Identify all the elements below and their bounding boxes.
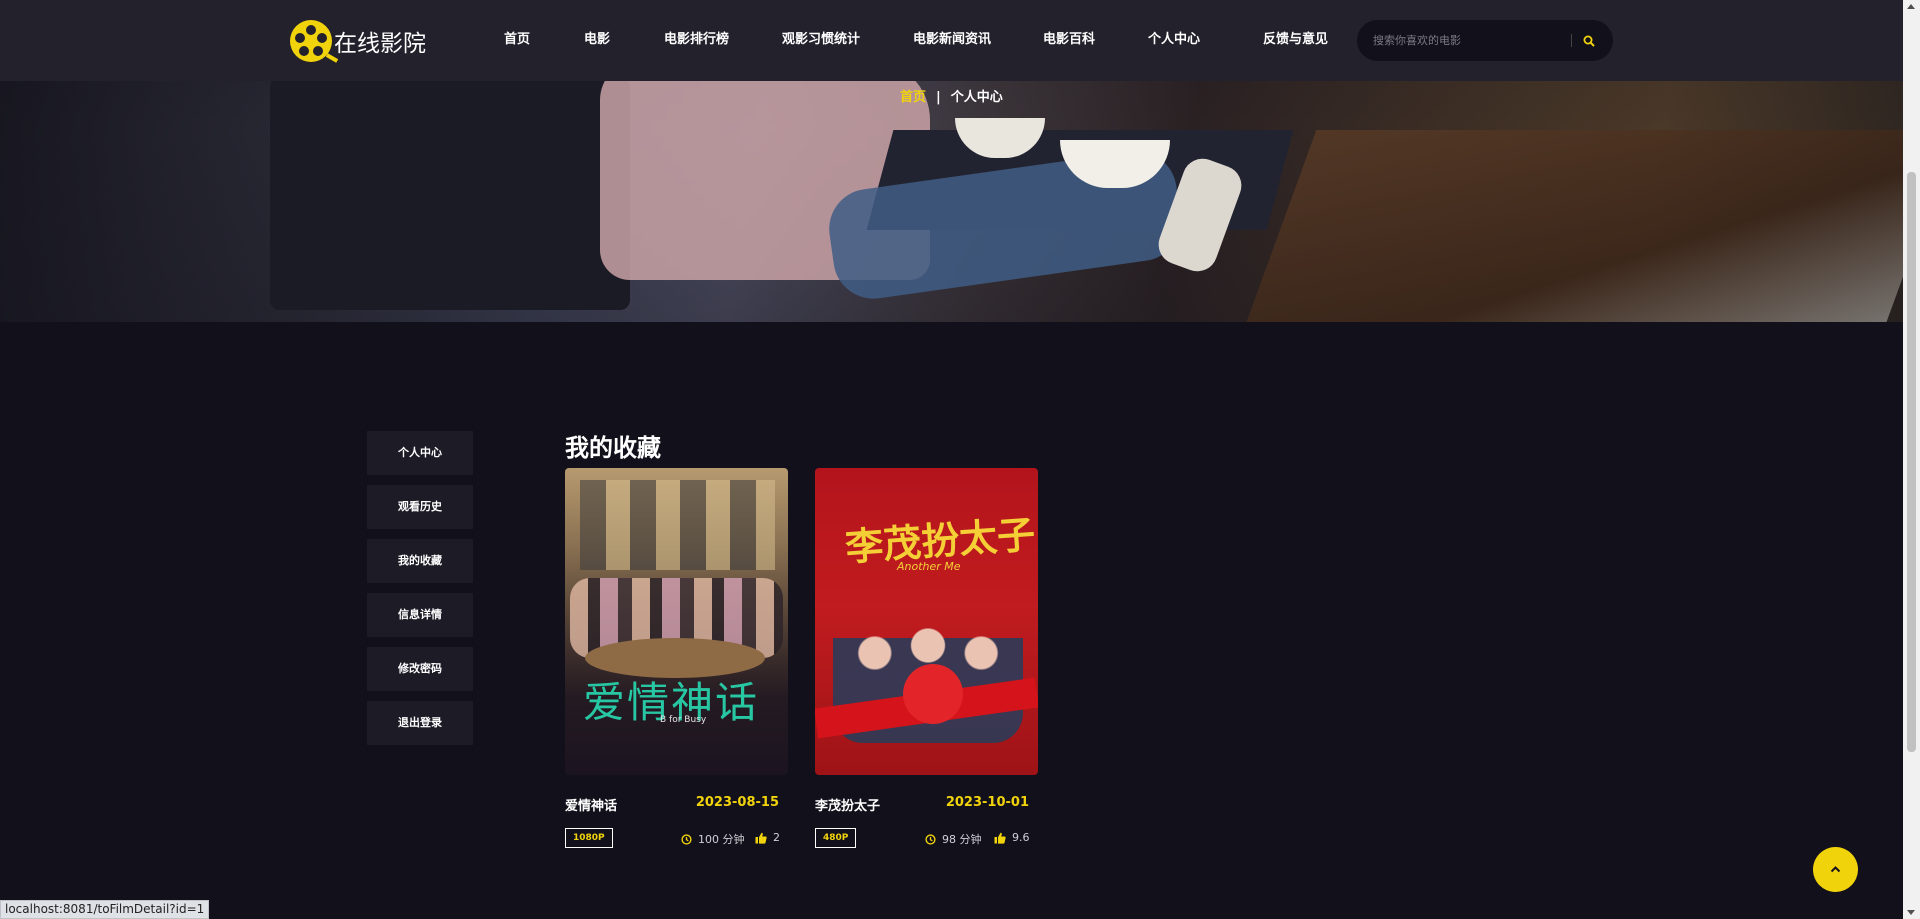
film-title[interactable]: 爱情神话 [565, 795, 617, 814]
film-poster[interactable]: 李茂扮太子 Another Me [815, 468, 1038, 775]
thumbs-up-icon [994, 832, 1006, 844]
sidebar-item-change-password[interactable]: 修改密码 [367, 647, 473, 691]
film-likes: 2 [755, 831, 780, 844]
nav-movies[interactable]: 电影 [584, 28, 610, 47]
film-card: 爱情神话 B for Busy 爱情神话 2023-08-15 1080P 10… [565, 468, 788, 850]
breadcrumb-separator: | [936, 90, 941, 105]
back-to-top-button[interactable] [1813, 847, 1858, 892]
site-logo[interactable]: 在线影院 [290, 20, 426, 62]
search-box [1357, 20, 1613, 61]
site-header: 在线影院 首页 电影 电影排行榜 观影习惯统计 电影新闻资讯 电影百科 个人中心… [0, 0, 1903, 81]
poster-art [580, 480, 775, 570]
search-divider [1571, 34, 1572, 47]
scroll-up-arrow[interactable] [1907, 4, 1915, 9]
status-bar-url: localhost:8081/toFilmDetail?id=1 [0, 900, 210, 919]
user-sidebar: 个人中心 观看历史 我的收藏 信息详情 修改密码 退出登录 [367, 431, 473, 755]
film-poster[interactable]: 爱情神话 B for Busy [565, 468, 788, 775]
film-likes: 9.6 [994, 831, 1030, 844]
clock-icon [925, 833, 936, 845]
sidebar-item-favorites[interactable]: 我的收藏 [367, 539, 473, 583]
thumbs-up-icon [755, 832, 767, 844]
clock-icon [681, 833, 692, 845]
sidebar-item-logout[interactable]: 退出登录 [367, 701, 473, 745]
nav-encyclopedia[interactable]: 电影百科 [1043, 28, 1095, 47]
likes-text: 2 [773, 831, 780, 844]
page-scrollbar[interactable] [1903, 0, 1920, 919]
film-duration: 100 分钟 [681, 831, 745, 847]
scroll-down-arrow[interactable] [1907, 910, 1915, 915]
breadcrumb-home[interactable]: 首页 [900, 90, 926, 105]
nav-habit-stats[interactable]: 观影习惯统计 [782, 28, 860, 47]
poster-art [903, 664, 963, 724]
film-reel-icon [290, 20, 332, 62]
nav-rankings[interactable]: 电影排行榜 [664, 28, 729, 47]
search-button[interactable] [1583, 32, 1601, 50]
film-title[interactable]: 李茂扮太子 [815, 795, 880, 814]
site-name: 在线影院 [334, 31, 426, 57]
nav-personal-center[interactable]: 个人中心 [1148, 28, 1200, 47]
nav-news[interactable]: 电影新闻资讯 [913, 28, 991, 47]
sidebar-item-watch-history[interactable]: 观看历史 [367, 485, 473, 529]
film-date: 2023-08-15 [695, 795, 779, 810]
search-input[interactable] [1373, 30, 1563, 50]
duration-text: 100 分钟 [698, 833, 745, 846]
sidebar-item-personal-center[interactable]: 个人中心 [367, 431, 473, 475]
scroll-thumb[interactable] [1907, 172, 1916, 752]
hero-rug [1243, 130, 1903, 322]
likes-text: 9.6 [1012, 831, 1030, 844]
sidebar-item-info-details[interactable]: 信息详情 [367, 593, 473, 637]
poster-subtitle: B for Busy [660, 715, 707, 725]
search-icon [1583, 35, 1595, 47]
nav-home[interactable]: 首页 [504, 28, 530, 47]
chevron-up-icon [1830, 866, 1841, 873]
nav-feedback[interactable]: 反馈与意见 [1263, 28, 1328, 47]
film-card: 李茂扮太子 Another Me 李茂扮太子 2023-10-01 480P 9… [815, 468, 1038, 850]
breadcrumb-current: 个人中心 [950, 90, 1003, 105]
quality-badge: 480P [815, 828, 857, 848]
page-title: 我的收藏 [565, 434, 661, 462]
film-date: 2023-10-01 [945, 795, 1029, 810]
breadcrumb: 首页 | 个人中心 [900, 86, 1003, 105]
quality-badge: 1080P [565, 828, 613, 848]
film-duration: 98 分钟 [925, 831, 982, 847]
hero-couch [270, 60, 630, 310]
duration-text: 98 分钟 [942, 833, 982, 846]
poster-subtitle: Another Me [897, 560, 961, 573]
